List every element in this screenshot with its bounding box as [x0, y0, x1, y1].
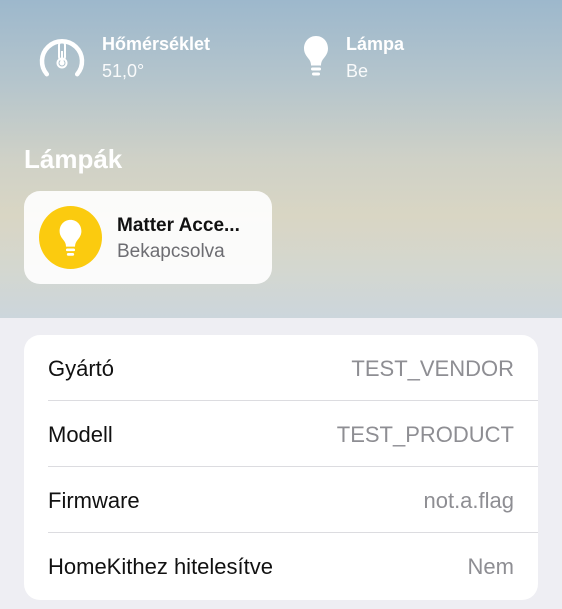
thermometer-gauge-icon: [34, 30, 90, 87]
lamps-section-title: Lámpák: [24, 144, 123, 174]
accessory-tile[interactable]: Matter Acce... Bekapcsolva: [24, 191, 272, 284]
info-row-manufacturer: Gyártó TEST_VENDOR: [24, 335, 538, 401]
temperature-title: Hőmérséklet: [102, 34, 211, 54]
info-row-model: Modell TEST_PRODUCT: [24, 401, 538, 467]
accessory-info-list: Gyártó TEST_VENDOR Modell TEST_PRODUCT F…: [24, 335, 538, 600]
accessory-name: Matter Acce...: [117, 215, 240, 236]
accessory-state: Bekapcsolva: [117, 241, 225, 262]
info-value: not.a.flag: [423, 488, 514, 513]
info-value: Nem: [467, 554, 514, 579]
info-row-firmware: Firmware not.a.flag: [24, 467, 538, 533]
lamp-status-tile[interactable]: Lámpa Be: [300, 30, 460, 90]
temperature-status-tile[interactable]: Hőmérséklet 51,0°: [34, 30, 264, 90]
lightbulb-icon: [302, 34, 330, 83]
info-value: TEST_VENDOR: [351, 356, 514, 381]
info-label: Firmware: [48, 488, 140, 513]
lightbulb-icon: [59, 219, 82, 256]
info-value: TEST_PRODUCT: [336, 422, 514, 447]
temperature-value: 51,0°: [102, 61, 145, 81]
accessory-icon-circle: [39, 206, 102, 269]
lamp-title: Lámpa: [346, 34, 405, 54]
info-row-homekit-certified: HomeKithez hitelesítve Nem: [24, 533, 538, 599]
info-label: Modell: [48, 422, 113, 447]
lamp-value: Be: [346, 61, 369, 81]
info-label: Gyártó: [48, 356, 115, 381]
info-label: HomeKithez hitelesítve: [48, 554, 273, 579]
